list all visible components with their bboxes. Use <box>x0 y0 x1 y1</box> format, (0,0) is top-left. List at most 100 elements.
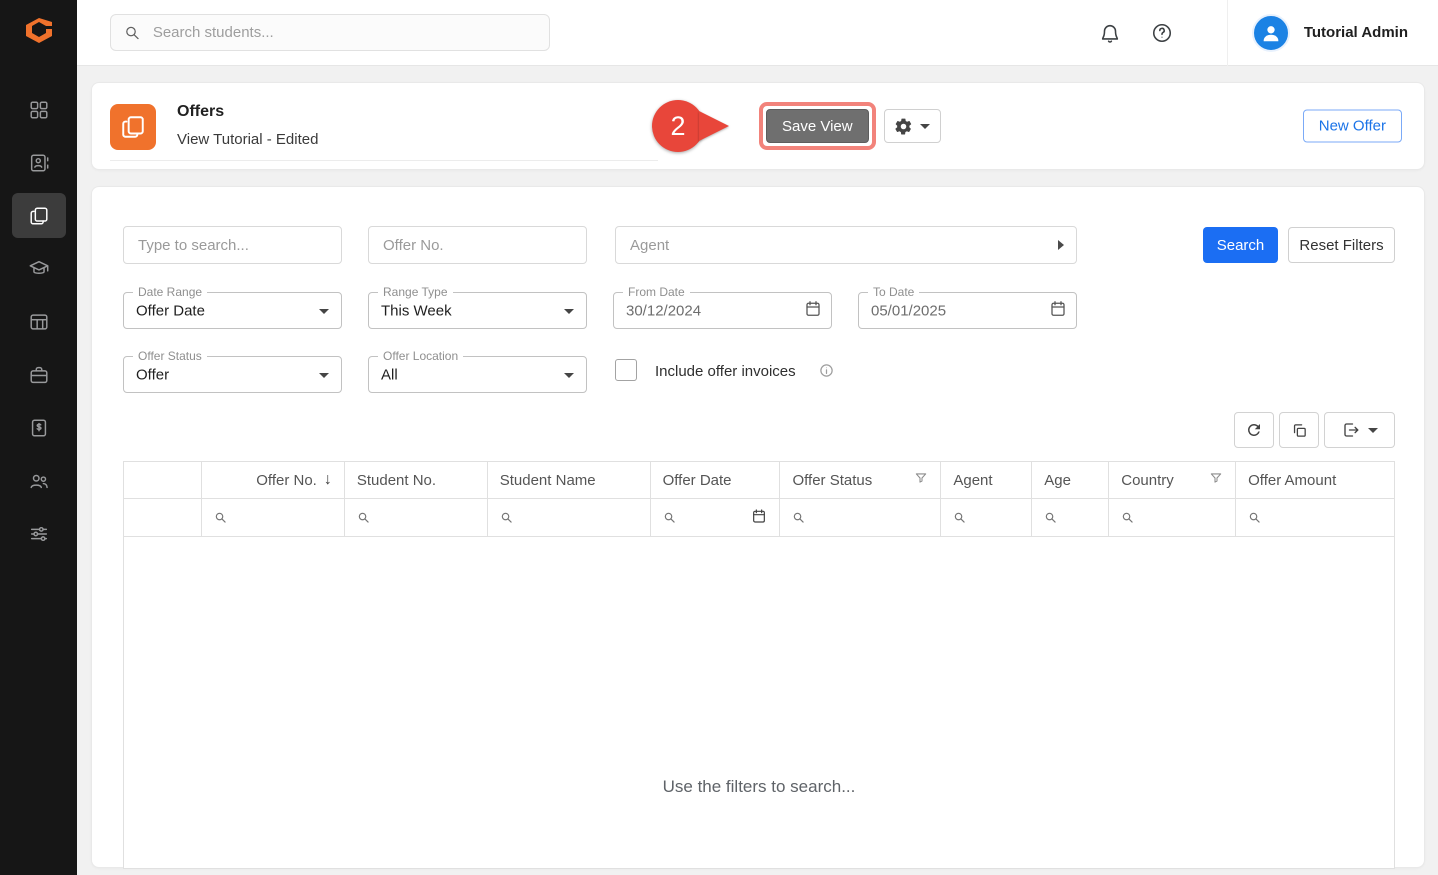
column-country[interactable]: Country <box>1109 462 1236 498</box>
sidebar-item-tables[interactable] <box>12 299 66 344</box>
column-offer-status[interactable]: Offer Status <box>780 462 941 498</box>
search-icon <box>124 24 141 42</box>
sidebar-item-offers[interactable] <box>12 193 66 238</box>
annotation-arrow-icon <box>699 111 729 141</box>
column-label: Student No. <box>357 472 436 489</box>
column-offer-amount[interactable]: Offer Amount <box>1236 462 1395 498</box>
agent-input[interactable] <box>628 236 1050 255</box>
range-type-select[interactable]: Range Type This Week <box>368 292 587 329</box>
notifications-button[interactable] <box>1089 12 1131 54</box>
column-select <box>124 462 202 498</box>
refresh-icon <box>1245 421 1263 439</box>
page-titles: Offers View Tutorial - Edited <box>177 103 318 148</box>
app-logo[interactable] <box>0 0 77 65</box>
include-invoices-checkbox[interactable] <box>615 359 637 381</box>
filter-cell-age[interactable] <box>1032 499 1109 536</box>
reset-filters-button[interactable]: Reset Filters <box>1288 227 1395 263</box>
offer-no-input[interactable] <box>381 236 574 255</box>
sidebar-item-invoices[interactable] <box>12 405 66 450</box>
type-to-search-field[interactable] <box>123 226 342 264</box>
view-name[interactable]: View Tutorial - Edited <box>177 131 318 148</box>
type-to-search-input[interactable] <box>136 236 329 255</box>
offers-table: Offer No. ↓ Student No. Student Name Off… <box>123 461 1395 869</box>
filter-funnel-icon[interactable] <box>914 471 928 489</box>
annotation-step-badge: 2 <box>652 100 704 152</box>
date-range-select[interactable]: Date Range Offer Date <box>123 292 342 329</box>
offer-location-label: Offer Location <box>378 349 463 363</box>
column-offer-no[interactable]: Offer No. ↓ <box>202 462 345 498</box>
search-button[interactable]: Search <box>1203 227 1278 263</box>
column-age[interactable]: Age <box>1032 462 1109 498</box>
table-header-row: Offer No. ↓ Student No. Student Name Off… <box>123 461 1395 498</box>
offer-status-select[interactable]: Offer Status Offer <box>123 356 342 393</box>
sidebar-item-services[interactable] <box>12 352 66 397</box>
page-title: Offers <box>177 103 318 121</box>
sidebar-item-dashboard[interactable] <box>12 87 66 132</box>
view-settings-button[interactable] <box>884 109 941 143</box>
to-date-field[interactable]: To Date 05/01/2025 <box>858 292 1077 329</box>
tables-icon <box>28 311 50 333</box>
offer-location-value: All <box>381 366 398 383</box>
column-student-no[interactable]: Student No. <box>345 462 488 498</box>
agent-field[interactable] <box>615 226 1077 264</box>
empty-state-message: Use the filters to search... <box>663 777 856 797</box>
global-search-input[interactable] <box>151 23 536 42</box>
user-name: Tutorial Admin <box>1304 24 1408 41</box>
agents-people-icon <box>28 470 50 492</box>
sidebar-item-agents[interactable] <box>12 458 66 503</box>
export-button[interactable] <box>1324 412 1395 448</box>
offer-location-select[interactable]: Offer Location All <box>368 356 587 393</box>
chevron-down-icon <box>319 309 329 314</box>
person-icon <box>1260 22 1282 44</box>
filter-cell-country[interactable] <box>1109 499 1236 536</box>
from-date-field[interactable]: From Date 30/12/2024 <box>613 292 832 329</box>
info-icon[interactable] <box>819 363 834 383</box>
range-type-value: This Week <box>381 302 452 319</box>
table-filter-row <box>123 498 1395 536</box>
sort-descending-icon: ↓ <box>324 471 332 489</box>
chevron-down-icon <box>564 373 574 378</box>
help-button[interactable] <box>1141 12 1183 54</box>
column-offer-date[interactable]: Offer Date <box>651 462 781 498</box>
column-label: Age <box>1044 472 1071 489</box>
new-offer-button[interactable]: New Offer <box>1303 110 1402 143</box>
calendar-icon[interactable] <box>804 299 822 322</box>
calendar-icon[interactable] <box>1049 299 1067 322</box>
sidebar <box>0 0 77 875</box>
chevron-down-icon <box>564 309 574 314</box>
sidebar-item-students[interactable] <box>12 140 66 185</box>
export-icon <box>1342 421 1360 439</box>
user-profile[interactable]: Tutorial Admin <box>1227 0 1438 66</box>
filter-cell-offer-date[interactable] <box>651 499 781 536</box>
filter-cell-student-no[interactable] <box>345 499 488 536</box>
global-search-box[interactable] <box>110 14 550 51</box>
courses-icon <box>28 258 50 280</box>
offers-page-icon <box>110 104 156 150</box>
column-student-name[interactable]: Student Name <box>488 462 651 498</box>
copy-button[interactable] <box>1279 412 1319 448</box>
sidebar-item-settings[interactable] <box>12 511 66 556</box>
filter-funnel-icon[interactable] <box>1209 471 1223 489</box>
filter-cell-student-name[interactable] <box>488 499 651 536</box>
topbar: Tutorial Admin <box>77 0 1438 66</box>
filter-cell-offer-amount[interactable] <box>1236 499 1395 536</box>
save-view-button[interactable]: Save View <box>766 109 869 143</box>
offers-icon <box>28 205 50 227</box>
date-range-value: Offer Date <box>136 302 205 319</box>
copy-icon <box>1291 422 1308 439</box>
filter-cell-agent[interactable] <box>941 499 1032 536</box>
refresh-button[interactable] <box>1234 412 1274 448</box>
column-label: Offer Amount <box>1248 472 1336 489</box>
offer-status-label: Offer Status <box>133 349 207 363</box>
search-icon <box>1248 511 1262 525</box>
column-agent[interactable]: Agent <box>941 462 1032 498</box>
filter-cell-offer-no[interactable] <box>202 499 345 536</box>
calendar-icon[interactable] <box>751 508 767 528</box>
dashboard-icon <box>28 99 50 121</box>
sidebar-item-courses[interactable] <box>12 246 66 291</box>
search-icon <box>1044 511 1058 525</box>
offer-no-field[interactable] <box>368 226 587 264</box>
filter-cell-offer-status[interactable] <box>780 499 941 536</box>
chevron-down-icon <box>920 124 930 129</box>
brand-logo-icon <box>21 15 57 51</box>
